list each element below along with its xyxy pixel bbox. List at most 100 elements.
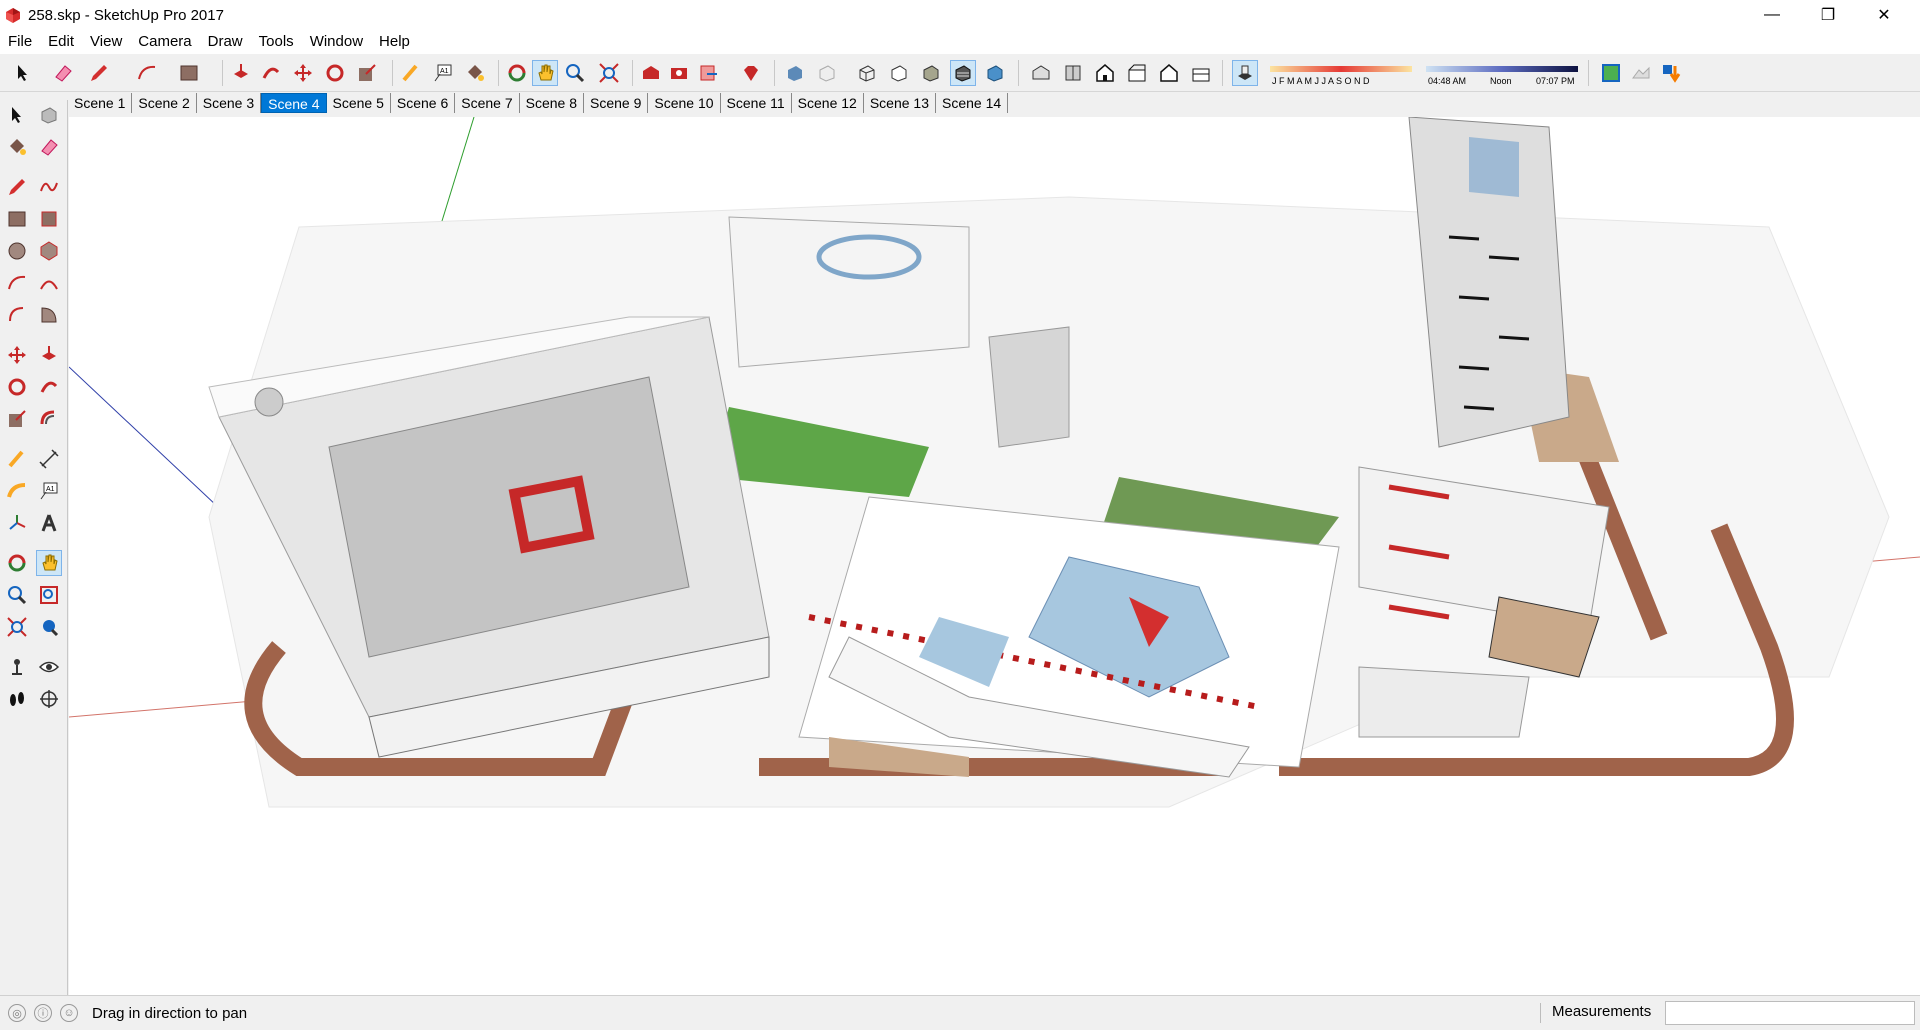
monochrome-button[interactable] bbox=[982, 60, 1008, 86]
walk-button[interactable] bbox=[4, 686, 30, 712]
freehand-button[interactable] bbox=[36, 174, 62, 200]
left-view-button[interactable] bbox=[1188, 60, 1214, 86]
right-view-button[interactable] bbox=[1124, 60, 1150, 86]
move-tool-button[interactable] bbox=[290, 60, 316, 86]
three-point-arc-button[interactable] bbox=[4, 302, 30, 328]
eraser-tool-button[interactable] bbox=[50, 60, 76, 86]
follow-me-button[interactable] bbox=[258, 60, 284, 86]
geolocation-icon[interactable]: ◎ bbox=[8, 1004, 26, 1022]
make-component-button[interactable] bbox=[36, 102, 62, 128]
menu-draw[interactable]: Draw bbox=[200, 30, 251, 54]
toggle-terrain-button[interactable] bbox=[1628, 60, 1654, 86]
back-edges-button[interactable] bbox=[814, 60, 840, 86]
iso-view-button[interactable] bbox=[1028, 60, 1054, 86]
scale-tool-button[interactable] bbox=[354, 60, 380, 86]
tab-scene-6[interactable]: Scene 6 bbox=[391, 93, 456, 113]
tab-scene-4[interactable]: Scene 4 bbox=[261, 93, 327, 113]
circle-button[interactable] bbox=[4, 238, 30, 264]
maximize-button[interactable]: ❐ bbox=[1800, 0, 1856, 30]
hidden-line-button[interactable] bbox=[886, 60, 912, 86]
protractor-button[interactable] bbox=[4, 478, 30, 504]
menu-edit[interactable]: Edit bbox=[40, 30, 82, 54]
3d-text-button[interactable] bbox=[36, 510, 62, 536]
wireframe-button[interactable] bbox=[854, 60, 880, 86]
orbit-button[interactable] bbox=[504, 60, 530, 86]
shadow-time-slider[interactable]: 04:48 AM Noon 07:07 PM bbox=[1424, 60, 1580, 88]
user-icon[interactable]: ☺ bbox=[60, 1004, 78, 1022]
tab-scene-9[interactable]: Scene 9 bbox=[584, 93, 649, 113]
extension-warehouse-button[interactable] bbox=[666, 60, 692, 86]
add-location-button[interactable] bbox=[1598, 60, 1624, 86]
credits-icon[interactable]: ⓘ bbox=[34, 1004, 52, 1022]
pan-button[interactable] bbox=[532, 60, 558, 86]
tab-scene-3[interactable]: Scene 3 bbox=[197, 93, 262, 113]
look-around-button[interactable] bbox=[36, 654, 62, 680]
offset-button[interactable] bbox=[36, 406, 62, 432]
orbit-left-button[interactable] bbox=[4, 550, 30, 576]
two-point-arc-button[interactable] bbox=[36, 270, 62, 296]
rotate-tool-button[interactable] bbox=[322, 60, 348, 86]
zoom-button[interactable] bbox=[562, 60, 588, 86]
rectangle-button[interactable] bbox=[4, 206, 30, 232]
menu-view[interactable]: View bbox=[82, 30, 130, 54]
tape-measure-left-button[interactable] bbox=[4, 446, 30, 472]
text-left-button[interactable]: A1 bbox=[36, 478, 62, 504]
paint-bucket-left-button[interactable] bbox=[4, 134, 30, 160]
rotate-left-button[interactable] bbox=[4, 374, 30, 400]
eraser-left-button[interactable] bbox=[36, 134, 62, 160]
close-button[interactable]: ✕ bbox=[1856, 0, 1912, 30]
previous-view-button[interactable] bbox=[36, 614, 62, 640]
menu-help[interactable]: Help bbox=[371, 30, 418, 54]
photo-texture-button[interactable] bbox=[1658, 60, 1684, 86]
xray-button[interactable] bbox=[782, 60, 808, 86]
section-plane-button[interactable] bbox=[36, 686, 62, 712]
scale-left-button[interactable] bbox=[4, 406, 30, 432]
push-pull-left-button[interactable] bbox=[36, 342, 62, 368]
shape-tool-button[interactable] bbox=[176, 60, 202, 86]
zoom-left-button[interactable] bbox=[4, 582, 30, 608]
3d-warehouse-button[interactable] bbox=[638, 60, 664, 86]
push-pull-button[interactable] bbox=[228, 60, 254, 86]
front-view-button[interactable] bbox=[1092, 60, 1118, 86]
shaded-textures-button[interactable] bbox=[950, 60, 976, 86]
tab-scene-12[interactable]: Scene 12 bbox=[792, 93, 864, 113]
minimize-button[interactable]: — bbox=[1744, 0, 1800, 30]
follow-me-left-button[interactable] bbox=[36, 374, 62, 400]
line-tool-button[interactable] bbox=[86, 60, 112, 86]
paint-bucket-button[interactable] bbox=[462, 60, 488, 86]
top-view-button[interactable] bbox=[1060, 60, 1086, 86]
send-to-layout-button[interactable] bbox=[696, 60, 722, 86]
rotated-rectangle-button[interactable] bbox=[36, 206, 62, 232]
polygon-button[interactable] bbox=[36, 238, 62, 264]
menu-window[interactable]: Window bbox=[302, 30, 371, 54]
axes-button[interactable] bbox=[4, 510, 30, 536]
back-view-button[interactable] bbox=[1156, 60, 1182, 86]
shadows-toggle-button[interactable] bbox=[1232, 60, 1258, 86]
tab-scene-7[interactable]: Scene 7 bbox=[455, 93, 520, 113]
tab-scene-10[interactable]: Scene 10 bbox=[648, 93, 721, 113]
tape-measure-button[interactable] bbox=[398, 60, 424, 86]
menu-file[interactable]: File bbox=[0, 30, 40, 54]
arc-left-button[interactable] bbox=[4, 270, 30, 296]
pie-button[interactable] bbox=[36, 302, 62, 328]
extension-manager-button[interactable] bbox=[738, 60, 764, 86]
tab-scene-13[interactable]: Scene 13 bbox=[864, 93, 937, 113]
tab-scene-1[interactable]: Scene 1 bbox=[68, 93, 133, 113]
tab-scene-11[interactable]: Scene 11 bbox=[721, 93, 792, 113]
line-left-button[interactable] bbox=[4, 174, 30, 200]
select-tool-left-button[interactable] bbox=[4, 102, 30, 128]
arc-tool-button[interactable] bbox=[134, 60, 160, 86]
model-viewport[interactable] bbox=[69, 117, 1920, 995]
text-tool-button[interactable]: A1 bbox=[430, 60, 456, 86]
tab-scene-14[interactable]: Scene 14 bbox=[936, 93, 1009, 113]
shaded-button[interactable] bbox=[918, 60, 944, 86]
zoom-extents-left-button[interactable] bbox=[4, 614, 30, 640]
shadow-date-slider[interactable]: J F M A M J J A S O N D bbox=[1268, 60, 1414, 88]
tab-scene-8[interactable]: Scene 8 bbox=[520, 93, 584, 113]
select-tool-button[interactable] bbox=[10, 60, 36, 86]
dimension-button[interactable] bbox=[36, 446, 62, 472]
menu-camera[interactable]: Camera bbox=[130, 30, 199, 54]
tab-scene-5[interactable]: Scene 5 bbox=[327, 93, 391, 113]
position-camera-button[interactable] bbox=[4, 654, 30, 680]
pan-left-button[interactable] bbox=[36, 550, 62, 576]
